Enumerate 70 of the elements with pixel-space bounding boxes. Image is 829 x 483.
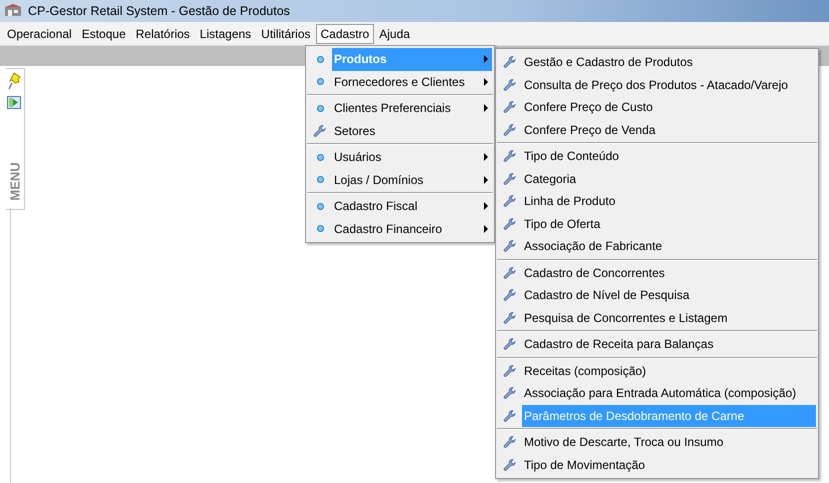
submenu-arrow-icon (484, 224, 488, 233)
wrench-icon (503, 408, 517, 423)
bullet-icon (316, 202, 324, 210)
bullet-icon (316, 78, 324, 86)
menu-item[interactable]: Fornecedores e Clientes (308, 70, 492, 93)
bullet-icon (316, 176, 324, 184)
menu-bar-item[interactable]: Operacional (2, 24, 77, 44)
app-icon (4, 4, 22, 18)
exit-icon[interactable] (7, 96, 21, 109)
submenu-arrow-icon (484, 202, 488, 210)
wrench-icon (503, 149, 517, 164)
menu-item[interactable]: Categoria (498, 168, 816, 190)
menu-item[interactable]: Cadastro Financeiro (308, 218, 492, 240)
menu-bar-item[interactable]: Listagens (194, 24, 256, 44)
submenu-arrow-icon (484, 104, 488, 112)
wrench-icon (503, 55, 517, 70)
menu-bar-item[interactable]: Cadastro (316, 24, 374, 44)
wrench-icon (503, 364, 517, 378)
wrench-icon (503, 100, 517, 114)
menu-item[interactable]: Usuários (308, 146, 492, 168)
wrench-icon (503, 194, 517, 208)
wrench-icon (503, 337, 517, 352)
submenu-arrow-icon (484, 153, 488, 162)
menu-item[interactable]: Tipo de Conteúdo (498, 145, 816, 168)
menu-item[interactable]: Confere Preço de Custo (498, 96, 816, 118)
menu-item[interactable]: Confere Preço de Venda (498, 118, 816, 141)
wrench-icon (313, 124, 327, 138)
wrench-icon (503, 172, 517, 186)
pushpin-icon[interactable] (8, 72, 22, 90)
wrench-icon (503, 310, 517, 325)
wrench-icon (503, 435, 517, 450)
menu-item[interactable]: Associação de Fabricante (498, 235, 816, 258)
side-tab[interactable] (6, 68, 25, 210)
menu-item[interactable]: Linha de Produto (498, 190, 816, 212)
menu-item[interactable]: Lojas / Domínios (308, 168, 492, 191)
menu-item[interactable]: Receitas (composição) (498, 360, 816, 382)
submenu-arrow-icon (484, 176, 488, 184)
wrench-icon (503, 458, 517, 472)
wrench-icon (503, 386, 517, 400)
submenu-arrow-icon (484, 55, 488, 64)
submenu-arrow-icon (484, 78, 488, 86)
wrench-icon (503, 239, 517, 254)
menu-item[interactable]: Gestão e Cadastro de Produtos (498, 51, 816, 74)
menu-item[interactable]: Motivo de Descarte, Troca ou Insumo (498, 431, 816, 454)
wrench-icon (503, 122, 517, 137)
menu-item[interactable]: Tipo de Oferta (498, 212, 816, 235)
menu-bar-item[interactable]: Relatórios (130, 24, 195, 44)
bullet-icon (316, 56, 324, 63)
wrench-icon (503, 288, 517, 302)
window-title: CP-Gestor Retail System - Gestão de Produtos (28, 4, 290, 18)
menu-bar-item[interactable]: Utilitários (256, 24, 316, 44)
wrench-icon (503, 216, 517, 231)
bullet-icon (316, 104, 324, 112)
menu-item[interactable]: Pesquisa de Concorrentes e Listagem (498, 306, 816, 329)
menu-item[interactable]: Associação para Entrada Automática (composição) (498, 382, 816, 404)
wrench-icon (503, 266, 517, 280)
side-panel-label: MENU (8, 162, 22, 200)
menu-item[interactable]: Cadastro Fiscal (308, 195, 492, 218)
menu-item[interactable]: Cadastro de Receita para Balanças (498, 333, 816, 356)
menu-item[interactable]: Clientes Preferenciais (308, 97, 492, 120)
menu-item[interactable]: Cadastro de Nível de Pesquisa (498, 284, 816, 306)
bullet-icon (316, 225, 324, 232)
menu-item[interactable]: Setores (308, 120, 492, 142)
menu-bar-item[interactable]: Ajuda (374, 24, 415, 44)
bullet-icon (316, 154, 324, 161)
menu-item[interactable]: Tipo de Movimentação (498, 454, 816, 476)
wrench-icon (503, 78, 517, 92)
menu-bar-item[interactable]: Estoque (76, 24, 131, 44)
menu-item[interactable]: Cadastro de Concorrentes (498, 262, 816, 284)
menu-item[interactable]: Consulta de Preço dos Produtos - Atacado/Varejo (498, 74, 816, 96)
